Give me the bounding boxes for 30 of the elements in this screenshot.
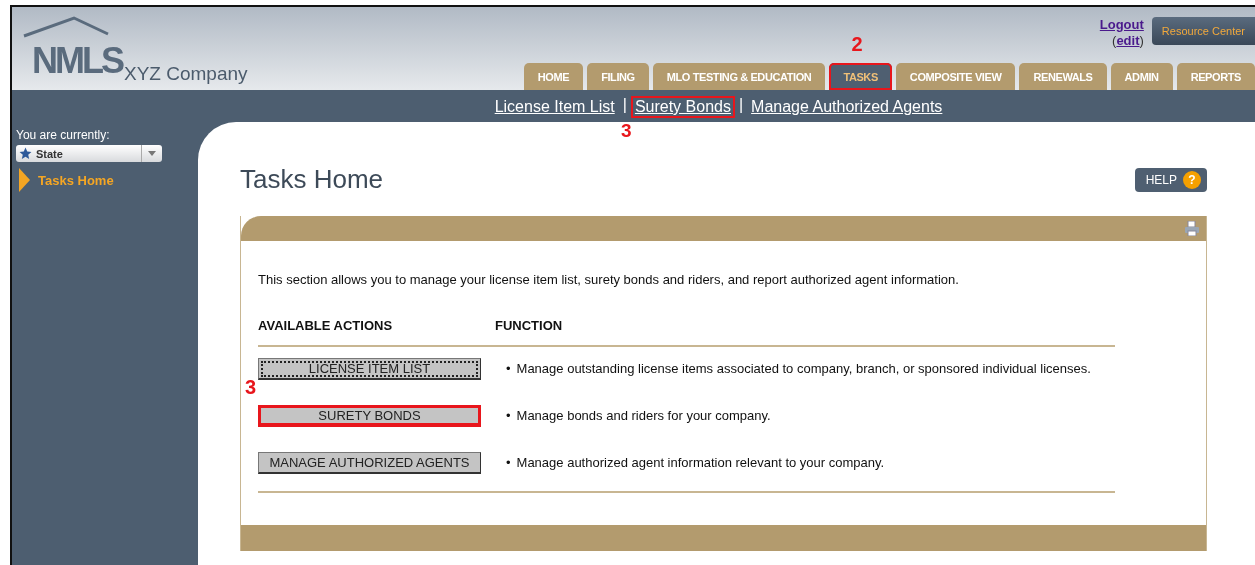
resource-center-button[interactable]: Resource Center <box>1151 17 1255 45</box>
callout-number: 3 <box>620 120 632 142</box>
function-text: Manage outstanding license items associated to company, branch, or sponsored individual licenses. <box>516 361 1091 376</box>
callout-number: 3 <box>245 375 257 399</box>
separator: | <box>738 96 744 115</box>
company-name: XYZ Company <box>124 63 248 85</box>
logo-text: NMLS <box>32 40 122 82</box>
action-button[interactable]: MANAGE AUTHORIZED AGENTS <box>258 451 481 474</box>
function-text: Manage bonds and riders for your company. <box>516 408 771 423</box>
context-label: You are currently: <box>16 128 111 142</box>
action-button[interactable]: LICENSE ITEM LIST <box>258 357 481 380</box>
context-dropdown[interactable]: State <box>16 145 162 162</box>
bullet: • <box>506 455 511 470</box>
separator: | <box>622 96 627 115</box>
intro-text: This section allows you to manage your license item list, surety bonds and riders, and report authorized agent information. <box>258 272 960 287</box>
subnav-link[interactable]: License Item List <box>490 96 619 118</box>
bullet: • <box>506 408 511 423</box>
paren: ( <box>1112 33 1117 48</box>
callout-number: 2 <box>851 33 863 56</box>
column-header: AVAILABLE ACTIONS <box>258 318 394 333</box>
help-button[interactable]: HELP ? <box>1134 167 1207 192</box>
function-text: Manage authorized agent information relevant to your company. <box>516 455 885 470</box>
bullet: • <box>506 361 511 376</box>
edit-link[interactable]: edit <box>1116 33 1140 48</box>
sidebar-item[interactable]: Tasks Home <box>16 168 194 192</box>
subnav-link[interactable]: Manage Authorized Agents <box>747 96 947 118</box>
column-header: FUNCTION <box>495 318 563 333</box>
logout-link[interactable]: Logout <box>1099 17 1144 33</box>
page-title: Tasks Home <box>240 164 384 195</box>
paren: ) <box>1139 33 1144 48</box>
